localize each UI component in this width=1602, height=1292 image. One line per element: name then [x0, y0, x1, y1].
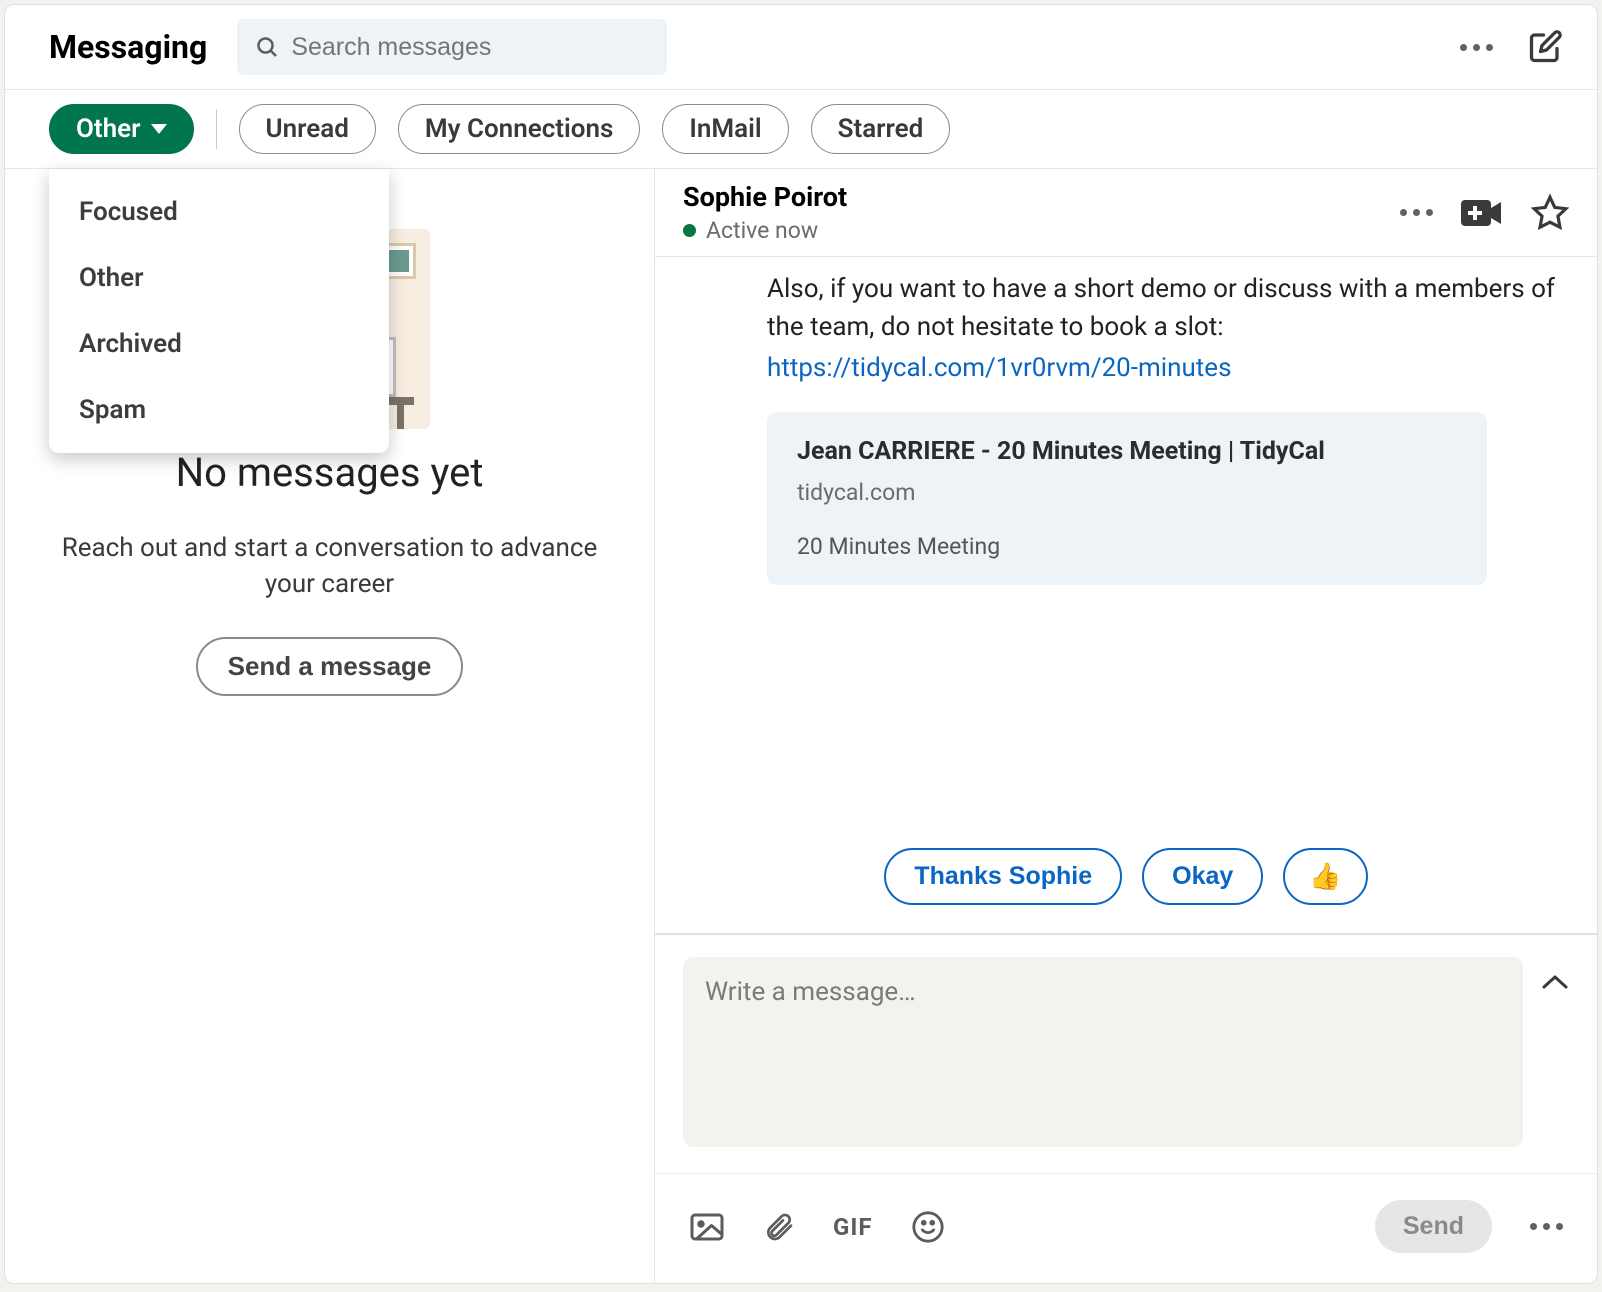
- attach-file-button[interactable]: [763, 1210, 795, 1244]
- conversation-actions: [1400, 194, 1569, 232]
- right-pane: Sophie Poirot Active now: [655, 169, 1597, 1283]
- more-options-button[interactable]: [1460, 44, 1493, 51]
- quick-reply-thumbs-up[interactable]: 👍: [1283, 848, 1367, 905]
- conversation-status: Active now: [683, 217, 1400, 244]
- empty-subtitle: Reach out and start a conversation to ad…: [50, 530, 610, 603]
- message-composer[interactable]: Write a message…: [683, 957, 1523, 1147]
- composer-area: Write a message…: [655, 933, 1597, 1147]
- filter-my-connections[interactable]: My Connections: [398, 104, 641, 154]
- gif-label: GIF: [833, 1213, 873, 1241]
- filter-starred[interactable]: Starred: [811, 104, 951, 154]
- filter-dropdown-menu: Focused Other Archived Spam: [49, 169, 389, 453]
- empty-title: No messages yet: [5, 449, 654, 496]
- quick-reply-okay[interactable]: Okay: [1142, 848, 1263, 905]
- dropdown-item-archived[interactable]: Archived: [49, 311, 389, 377]
- composer-toolbar: GIF Send: [655, 1173, 1597, 1283]
- emoji-icon: [911, 1210, 945, 1244]
- star-button[interactable]: [1531, 194, 1569, 232]
- header: Messaging: [5, 5, 1597, 90]
- dropdown-item-spam[interactable]: Spam: [49, 377, 389, 443]
- search-container[interactable]: [237, 19, 667, 75]
- image-icon: [689, 1211, 725, 1243]
- video-call-button[interactable]: [1461, 198, 1503, 228]
- compose-icon: [1527, 29, 1563, 65]
- message-link[interactable]: https://tidycal.com/1vr0rvm/20-minutes: [767, 350, 1567, 388]
- messaging-app: Messaging Other Unread My Connections In…: [4, 4, 1598, 1284]
- caret-down-icon: [151, 124, 167, 134]
- quick-replies: Thanks Sophie Okay 👍: [655, 824, 1597, 933]
- link-card-description: 20 Minutes Meeting: [797, 530, 1457, 563]
- page-title: Messaging: [49, 28, 207, 66]
- filter-row: Other Unread My Connections InMail Starr…: [5, 90, 1597, 169]
- gif-button[interactable]: GIF: [833, 1213, 873, 1241]
- link-card-title: Jean CARRIERE - 20 Minutes Meeting | Tid…: [797, 434, 1457, 470]
- filter-active-label: Other: [76, 114, 141, 144]
- conversation-body: Also, if you want to have a short demo o…: [655, 257, 1597, 824]
- conversation-more-button[interactable]: [1400, 209, 1433, 216]
- attach-image-button[interactable]: [689, 1211, 725, 1243]
- emoji-button[interactable]: [911, 1210, 945, 1244]
- send-message-button[interactable]: Send a message: [196, 637, 464, 696]
- toolbar-more-button[interactable]: [1530, 1223, 1563, 1230]
- filter-active-dropdown[interactable]: Other: [49, 104, 194, 154]
- ellipsis-icon: [1460, 44, 1493, 51]
- dropdown-item-other[interactable]: Other: [49, 245, 389, 311]
- link-card-domain: tidycal.com: [797, 476, 1457, 509]
- star-icon: [1531, 194, 1569, 232]
- filter-unread[interactable]: Unread: [239, 104, 376, 154]
- search-input[interactable]: [291, 33, 649, 62]
- composer-placeholder: Write a message…: [705, 977, 1501, 1007]
- video-plus-icon: [1461, 198, 1503, 228]
- link-preview-card[interactable]: Jean CARRIERE - 20 Minutes Meeting | Tid…: [767, 412, 1487, 585]
- filter-inmail[interactable]: InMail: [662, 104, 788, 154]
- presence-dot-icon: [683, 224, 696, 237]
- message-text: Also, if you want to have a short demo o…: [767, 271, 1567, 346]
- divider: [216, 109, 217, 149]
- dropdown-item-focused[interactable]: Focused: [49, 179, 389, 245]
- compose-button[interactable]: [1527, 29, 1563, 65]
- ellipsis-icon: [1400, 209, 1433, 216]
- conversation-header: Sophie Poirot Active now: [655, 169, 1597, 257]
- quick-reply-thanks[interactable]: Thanks Sophie: [884, 848, 1122, 905]
- status-text: Active now: [706, 217, 818, 244]
- header-actions: [1460, 29, 1563, 65]
- ellipsis-icon: [1530, 1223, 1563, 1230]
- conversation-name[interactable]: Sophie Poirot: [683, 181, 1400, 213]
- chevron-up-icon: [1541, 973, 1569, 991]
- left-pane: Focused Other Archived Spam No messages …: [5, 169, 655, 1283]
- paperclip-icon: [763, 1210, 795, 1244]
- search-icon: [255, 35, 279, 59]
- body: Focused Other Archived Spam No messages …: [5, 169, 1597, 1283]
- send-button[interactable]: Send: [1375, 1200, 1492, 1253]
- collapse-composer-button[interactable]: [1541, 957, 1569, 1147]
